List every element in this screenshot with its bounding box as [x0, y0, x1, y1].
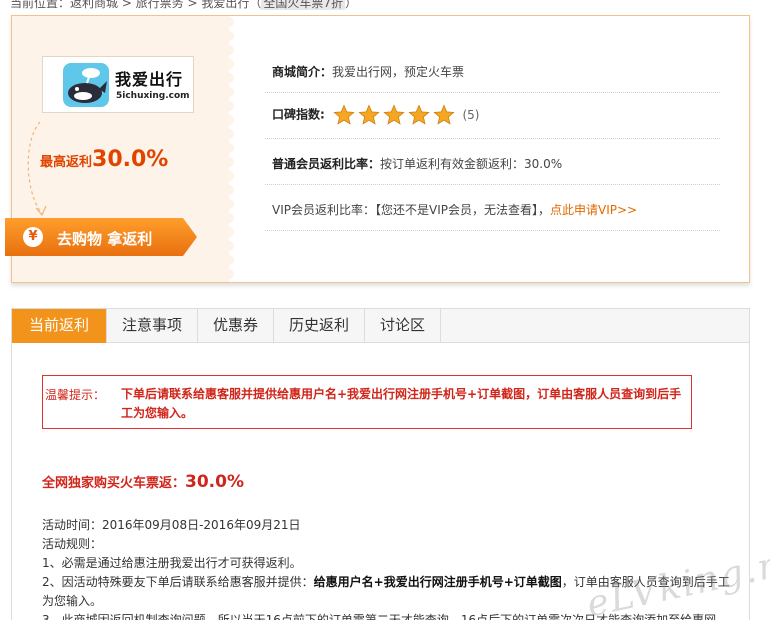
- store-logo[interactable]: 我爱出行 5ichuxing.com: [42, 56, 194, 113]
- info-row-member: 普通会员返利比率：按订单返利有效金额返利：30.0%: [265, 139, 720, 185]
- rule-1: 1、必需是通过给惠注册我爱出行才可获得返利。: [42, 556, 302, 570]
- breadcrumb: 当前位置：返利商城 > 旅行票务 > 我爱出行（ 全国火车票7折）: [10, 0, 358, 10]
- tab-coupons[interactable]: 优惠券: [198, 309, 275, 343]
- whale-mascot-icon: [63, 63, 109, 107]
- notice-label: 温馨提示：: [45, 388, 106, 402]
- notice-box: 温馨提示： 下单后请联系给惠客服并提供给惠用户名+我爱出行网注册手机号+订单截图…: [42, 375, 692, 429]
- breadcrumb-tail: ）: [345, 0, 358, 10]
- rating-label: 口碑指数:: [272, 107, 325, 122]
- exclusive-rebate: 全网独家购买火车票返：30.0%: [42, 472, 244, 492]
- apply-vip-link[interactable]: 点此申请VIP>>: [550, 203, 637, 217]
- breadcrumb-path[interactable]: 当前位置：返利商城 > 旅行票务 > 我爱出行（: [10, 0, 261, 10]
- max-rebate-value: 30.0%: [92, 147, 169, 172]
- activity-time: 活动时间：2016年09月08日-2016年09月21日: [42, 518, 301, 532]
- store-left-column: 我爱出行 5ichuxing.com 最高返利30.0% ¥ 去购物 拿返利: [5, 16, 229, 282]
- go-shopping-label: 去购物 拿返利: [57, 230, 153, 248]
- rating-stars: [333, 104, 455, 126]
- yen-icon: ¥: [23, 227, 43, 247]
- rules-title: 活动规则：: [42, 537, 103, 551]
- info-row-vip: VIP会员返利比率：【您还不是VIP会员，无法查看】，点此申请VIP>>: [265, 185, 720, 231]
- star-icon: [408, 104, 430, 125]
- intro-label: 商城简介：: [272, 65, 333, 79]
- info-row-intro: 商城简介：我爱出行网，预定火车票: [265, 47, 720, 93]
- exclusive-rebate-label: 全网独家购买火车票返：: [42, 476, 186, 491]
- star-icon: [358, 104, 380, 125]
- max-rebate: 最高返利30.0%: [40, 147, 168, 172]
- rule-2-intro: 2、因活动特殊要友下单后请联系给惠客服并提供：: [42, 575, 314, 589]
- notice-message: 下单后请联系给惠客服并提供给惠用户名+我爱出行网注册手机号+订单截图，订单由客服…: [121, 387, 682, 420]
- star-icon: [383, 104, 405, 125]
- tab-bar: 当前返利 注意事项 优惠券 历史返利 讨论区: [12, 309, 749, 343]
- logo-subtitle: 5ichuxing.com: [116, 91, 190, 101]
- vip-rate-value: 【您还不是VIP会员，无法查看】，: [375, 203, 550, 217]
- member-rate-value: 按订单返利有效金额返利：30.0%: [380, 157, 563, 171]
- rating-count: (5): [462, 107, 480, 122]
- member-rate-label: 普通会员返利比率：: [272, 157, 381, 171]
- tab-discussion[interactable]: 讨论区: [365, 309, 442, 343]
- logo-title: 我爱出行: [115, 70, 184, 89]
- intro-value: 我爱出行网，预定火车票: [332, 65, 465, 79]
- star-icon: [433, 104, 455, 125]
- store-info-list: 商城简介：我爱出行网，预定火车票 口碑指数: (5) 普通会员返利比率：按订单返…: [265, 47, 720, 231]
- tab-notes[interactable]: 注意事项: [107, 309, 199, 343]
- info-row-rating: 口碑指数: (5): [265, 93, 720, 139]
- rule-2-required-info: 给惠用户名+我爱出行网注册手机号+订单截图: [313, 575, 562, 589]
- breadcrumb-current: 全国火车票7折: [261, 0, 346, 10]
- go-shopping-button[interactable]: ¥ 去购物 拿返利: [5, 218, 197, 256]
- tab-history-rebate[interactable]: 历史返利: [274, 309, 366, 343]
- star-icon: [333, 104, 355, 125]
- store-info-panel: 我爱出行 5ichuxing.com 最高返利30.0% ¥ 去购物 拿返利 商…: [5, 15, 750, 283]
- vip-rate-label: VIP会员返利比率：: [272, 203, 375, 217]
- tab-current-rebate[interactable]: 当前返利: [12, 309, 107, 343]
- exclusive-rebate-value: 30.0%: [185, 472, 244, 492]
- ticket-edge-decoration: [221, 16, 234, 282]
- max-rebate-label: 最高返利: [40, 155, 93, 170]
